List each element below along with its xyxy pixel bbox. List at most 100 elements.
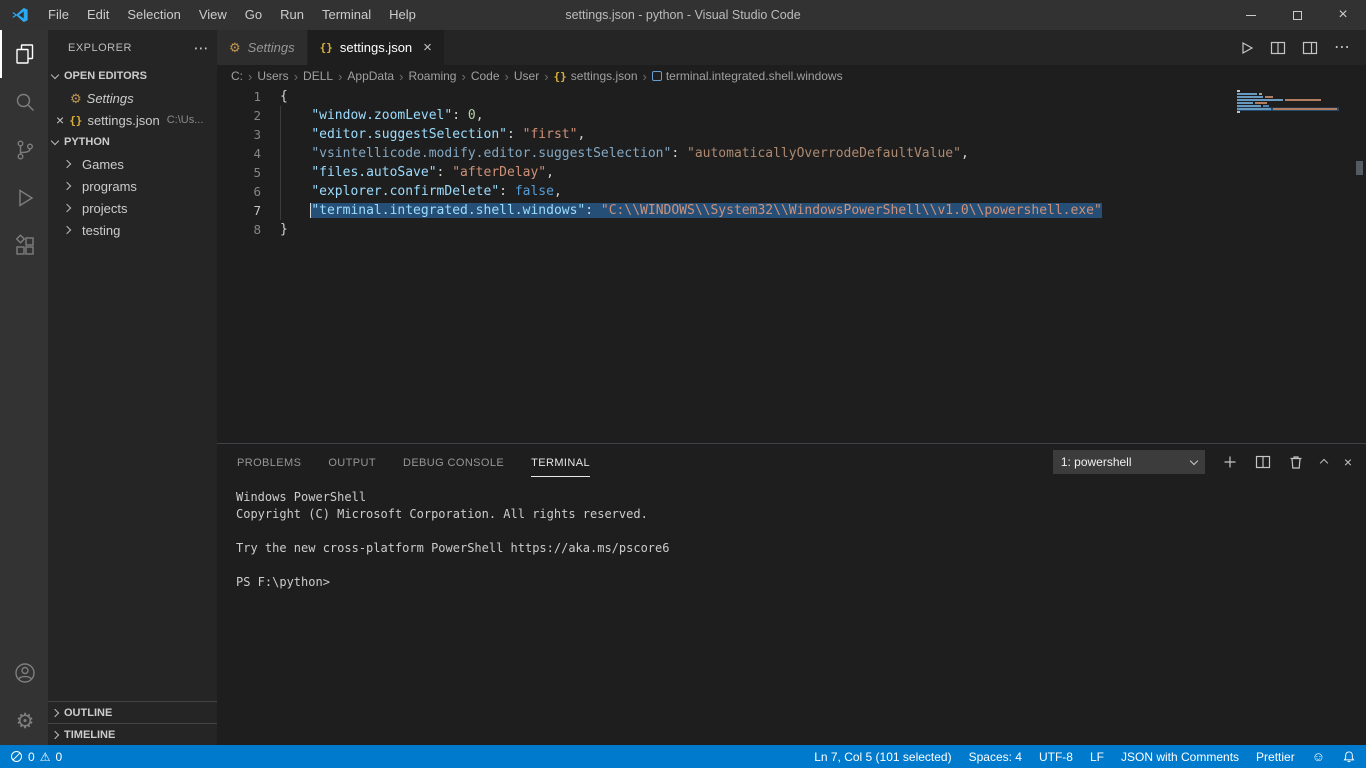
code-line[interactable]: 5 "files.autoSave": "afterDelay", — [217, 163, 1366, 182]
activity-search-button[interactable] — [0, 78, 48, 126]
maximize-button[interactable] — [1274, 0, 1320, 30]
activity-run-debug-button[interactable] — [0, 174, 48, 222]
code-line[interactable]: 1{ — [217, 87, 1366, 106]
editor-layout-icon[interactable] — [1302, 40, 1318, 56]
close-panel-icon[interactable]: × — [1344, 455, 1352, 469]
maximize-panel-icon[interactable] — [1319, 458, 1329, 468]
code-line[interactable]: 7 "terminal.integrated.shell.windows": "… — [217, 201, 1366, 220]
language-mode[interactable]: JSON with Comments — [1121, 750, 1239, 764]
new-terminal-icon[interactable] — [1222, 454, 1238, 470]
folder-item-projects[interactable]: projects — [48, 197, 217, 219]
activity-settings-button[interactable]: ⚙ — [0, 697, 48, 745]
tab-terminal[interactable]: TERMINAL — [531, 447, 590, 477]
breadcrumb-item[interactable]: User — [514, 69, 539, 83]
minimap[interactable] — [1237, 89, 1352, 117]
code-line[interactable]: 6 "explorer.confirmDelete": false, — [217, 182, 1366, 201]
sidebar-more-actions-button[interactable]: ⋯ — [194, 39, 210, 57]
outline-section-header[interactable]: OUTLINE — [48, 701, 217, 723]
code-token: } — [280, 222, 288, 237]
folder-item-games[interactable]: Games — [48, 153, 217, 175]
feedback-icon[interactable]: ☺ — [1312, 750, 1325, 763]
close-icon[interactable]: × — [56, 113, 64, 127]
code-line[interactable]: 3 "editor.suggestSelection": "first", — [217, 125, 1366, 144]
minimize-button[interactable] — [1228, 0, 1274, 30]
timeline-section-header[interactable]: TIMELINE — [48, 723, 217, 745]
eol-indicator[interactable]: LF — [1090, 750, 1104, 764]
run-debug-icon — [19, 189, 34, 207]
folder-label: projects — [82, 200, 128, 216]
line-content: "explorer.confirmDelete": false, — [261, 182, 561, 201]
close-button[interactable]: × — [1320, 0, 1366, 30]
activity-accounts-button[interactable] — [0, 649, 48, 697]
formatter[interactable]: Prettier — [1256, 750, 1295, 764]
breadcrumb-item[interactable]: settings.json — [571, 69, 638, 83]
breadcrumb-item[interactable]: Roaming — [408, 69, 456, 83]
line-number: 7 — [253, 203, 261, 218]
terminal-picker[interactable]: 1: powershell — [1052, 449, 1205, 474]
menu-selection[interactable]: Selection — [118, 0, 189, 30]
close-icon[interactable]: × — [423, 40, 432, 55]
title-bar: File Edit Selection View Go Run Terminal… — [0, 0, 1366, 30]
breadcrumb-item[interactable]: AppData — [347, 69, 394, 83]
code-editor[interactable]: 1{2 "window.zoomLevel": 0, 3 "editor.sugg… — [217, 87, 1366, 443]
kill-terminal-icon[interactable] — [1288, 454, 1304, 470]
breadcrumb-item[interactable]: Code — [471, 69, 500, 83]
menu-go[interactable]: Go — [236, 0, 271, 30]
breadcrumb-item[interactable]: DELL — [303, 69, 333, 83]
tab-settings-json[interactable]: {} settings.json × — [307, 30, 444, 65]
cursor-position[interactable]: Ln 7, Col 5 (101 selected) — [814, 750, 951, 764]
code-token: : — [436, 165, 453, 180]
tab-output[interactable]: OUTPUT — [328, 447, 376, 477]
folder-item-testing[interactable]: testing — [48, 219, 217, 241]
tab-settings[interactable]: ⚙ Settings — [217, 30, 308, 65]
code-line[interactable]: 8} — [217, 220, 1366, 239]
breadcrumb-separator: › — [461, 68, 466, 84]
gear-icon: ⚙ — [70, 90, 82, 106]
open-editors-section-header[interactable]: OPEN EDITORS — [48, 65, 217, 87]
activity-explorer-button[interactable] — [0, 30, 48, 78]
activity-extensions-button[interactable] — [0, 222, 48, 270]
problems-indicator[interactable]: 0 ⚠ 0 — [10, 750, 62, 764]
terminal-output[interactable]: Windows PowerShell Copyright (C) Microsof… — [217, 479, 1366, 745]
activity-source-control-button[interactable] — [0, 126, 48, 174]
breadcrumb-item[interactable]: C: — [231, 69, 243, 83]
menu-run[interactable]: Run — [271, 0, 313, 30]
menu-view[interactable]: View — [190, 0, 236, 30]
open-editor-item-settings-json[interactable]: × {} settings.json C:\Us... — [48, 109, 217, 131]
breadcrumb-item[interactable]: terminal.integrated.shell.windows — [666, 69, 843, 83]
line-content: "editor.suggestSelection": "first", — [261, 125, 585, 144]
status-bar: 0 ⚠ 0 Ln 7, Col 5 (101 selected) Spaces:… — [0, 745, 1366, 768]
breadcrumb-item[interactable]: Users — [257, 69, 288, 83]
more-actions-icon[interactable]: ⋯ — [1334, 39, 1350, 56]
split-editor-icon[interactable] — [1270, 40, 1286, 56]
menu-help[interactable]: Help — [380, 0, 425, 30]
menu-file[interactable]: File — [39, 0, 78, 30]
notifications-bell-icon[interactable] — [1342, 750, 1356, 764]
source-control-icon — [17, 140, 33, 160]
tab-problems[interactable]: PROBLEMS — [237, 447, 301, 477]
activity-bar-spacer — [0, 270, 48, 649]
status-bar-right: Ln 7, Col 5 (101 selected) Spaces: 4 UTF… — [814, 750, 1356, 764]
code-token: , — [546, 165, 554, 180]
folder-item-programs[interactable]: programs — [48, 175, 217, 197]
code-line[interactable]: 2 "window.zoomLevel": 0, — [217, 106, 1366, 125]
menu-edit[interactable]: Edit — [78, 0, 118, 30]
terminal-line: Try the new cross-platform PowerShell ht… — [236, 541, 670, 555]
encoding[interactable]: UTF-8 — [1039, 750, 1073, 764]
split-terminal-icon[interactable] — [1255, 454, 1271, 470]
tab-debug-console[interactable]: DEBUG CONSOLE — [403, 447, 504, 477]
open-editors-label: OPEN EDITORS — [64, 70, 147, 82]
indentation[interactable]: Spaces: 4 — [969, 750, 1022, 764]
chevron-down-icon — [50, 136, 60, 146]
workspace-section-header[interactable]: PYTHON — [48, 131, 217, 153]
open-editor-item-settings[interactable]: ⚙ Settings — [48, 87, 217, 109]
run-icon[interactable] — [1238, 40, 1254, 56]
scrollbar-decoration[interactable] — [1356, 161, 1363, 175]
menu-terminal[interactable]: Terminal — [313, 0, 380, 30]
code-line[interactable]: 4 "vsintellicode.modify.editor.suggestSe… — [217, 144, 1366, 163]
code-token: : — [452, 108, 468, 123]
code-token: : — [506, 127, 523, 142]
breadcrumb-separator: › — [293, 68, 299, 84]
